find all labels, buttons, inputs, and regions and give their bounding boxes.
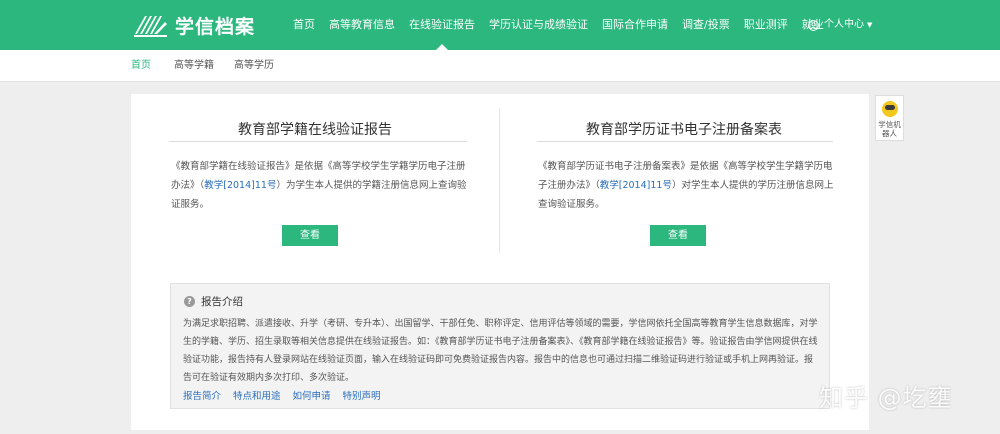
card-title: 教育部学历证书电子注册备案表: [586, 122, 782, 138]
robot-face-icon: [882, 101, 898, 117]
nav-item-degree-certification[interactable]: 学历认证与成绩验证: [482, 0, 595, 50]
user-center-menu[interactable]: 个人中心 ▼: [808, 0, 872, 50]
nav-item-survey[interactable]: 调查/投票: [675, 0, 737, 50]
intro-text: 为满足求职招聘、派遣接收、升学（考研、专升本）、出国留学、干部任免、职称评定、信…: [183, 319, 818, 383]
link-special-statement[interactable]: 特别声明: [343, 388, 381, 402]
subnav-home[interactable]: 首页: [131, 50, 151, 82]
link-features-usage[interactable]: 特点和用途: [233, 388, 281, 402]
top-navigation-bar: 学信档案 首页 高等教育信息 在线验证报告 学历认证与成绩验证 国际合作申请 调…: [0, 0, 1000, 50]
question-circle-icon: ?: [184, 296, 195, 307]
card-enrollment-report: 教育部学籍在线验证报告 《教育部学籍在线验证报告》是依据《高等学校学生学籍学历电…: [131, 94, 499, 259]
main-nav: 首页 高等教育信息 在线验证报告 学历认证与成绩验证 国际合作申请 调查/投票 …: [286, 0, 831, 50]
card-divider: [537, 141, 833, 142]
report-intro-box: ? 报告介绍 为满足求职招聘、派遣接收、升学（考研、专升本）、出国留学、干部任免…: [170, 283, 830, 409]
user-circle-icon: [808, 19, 819, 31]
link-how-to-apply[interactable]: 如何申请: [293, 388, 331, 402]
card-description: 《教育部学籍在线验证报告》是依据《高等学校学生学籍学历电子注册办法》（教学[20…: [171, 157, 467, 214]
robot-assistant-widget[interactable]: 学信机器人: [875, 95, 904, 141]
card-degree-record: 教育部学历证书电子注册备案表 《教育部学历证书电子注册备案表》是依据《高等学校学…: [500, 94, 868, 259]
watermark: 知乎 @圪壅: [819, 384, 953, 412]
intro-header: ? 报告介绍: [184, 294, 243, 309]
nav-item-online-verification[interactable]: 在线验证报告: [402, 0, 482, 50]
view-enrollment-report-button[interactable]: 查看: [282, 225, 338, 246]
book-pages-icon: [134, 16, 167, 37]
nav-item-career-test[interactable]: 职业测评: [737, 0, 795, 50]
regulation-link[interactable]: 教学[2014]11号: [204, 180, 276, 191]
nav-item-home[interactable]: 首页: [286, 0, 322, 50]
subnav-higher-degree[interactable]: 高等学历: [234, 50, 274, 82]
card-description: 《教育部学历证书电子注册备案表》是依据《高等学校学生学籍学历电子注册办法》（教学…: [538, 157, 834, 214]
sub-navigation: 首页 高等学籍 高等学历: [0, 50, 1000, 82]
robot-label: 学信机器人: [878, 120, 901, 138]
card-title: 教育部学籍在线验证报告: [238, 122, 392, 138]
logo-text: 学信档案: [175, 15, 256, 38]
site-logo[interactable]: 学信档案: [133, 11, 255, 39]
intro-links: 报告简介 特点和用途 如何申请 特别声明: [183, 388, 393, 402]
user-center-label: 个人中心: [824, 19, 864, 30]
link-report-summary[interactable]: 报告简介: [183, 388, 221, 402]
card-divider: [169, 141, 467, 142]
view-degree-record-button[interactable]: 查看: [650, 225, 706, 246]
caret-down-icon: ▼: [867, 21, 873, 29]
nav-item-higher-education[interactable]: 高等教育信息: [322, 0, 402, 50]
regulation-link[interactable]: 教学[2014]11号: [600, 180, 672, 191]
nav-item-international[interactable]: 国际合作申请: [595, 0, 675, 50]
subnav-higher-enrollment[interactable]: 高等学籍: [174, 50, 214, 82]
main-panel: 教育部学籍在线验证报告 《教育部学籍在线验证报告》是依据《高等学校学生学籍学历电…: [131, 94, 869, 430]
intro-title: 报告介绍: [201, 296, 243, 308]
